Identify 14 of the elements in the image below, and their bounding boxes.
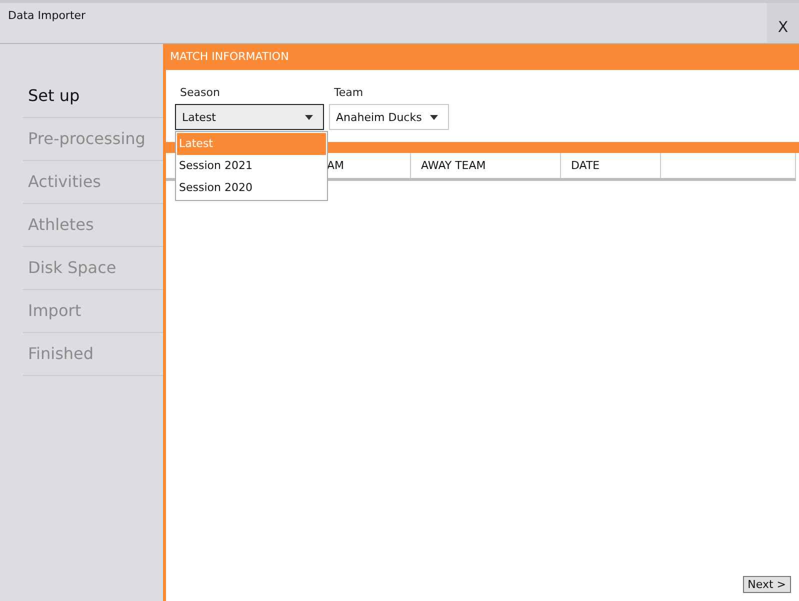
window-title: Data Importer (8, 9, 86, 22)
column-header: AWAY TEAM (411, 153, 561, 178)
caret-icon (305, 114, 313, 120)
field-label: Season (179, 86, 221, 99)
caret-icon (430, 114, 438, 120)
next-button[interactable]: Next > (742, 576, 791, 593)
column-header: DATE (561, 153, 661, 178)
team-dropdown[interactable]: Anaheim Ducks (329, 104, 449, 130)
close-button[interactable]: X (767, 3, 799, 43)
field-label: Team (333, 86, 364, 99)
panel-header: MATCH INFORMATION (166, 44, 799, 70)
dropdown-option[interactable]: Session 2021 (177, 155, 326, 177)
season-dropdown[interactable]: Latest (175, 104, 324, 130)
dropdown-option[interactable]: Session 2020 (177, 177, 326, 199)
